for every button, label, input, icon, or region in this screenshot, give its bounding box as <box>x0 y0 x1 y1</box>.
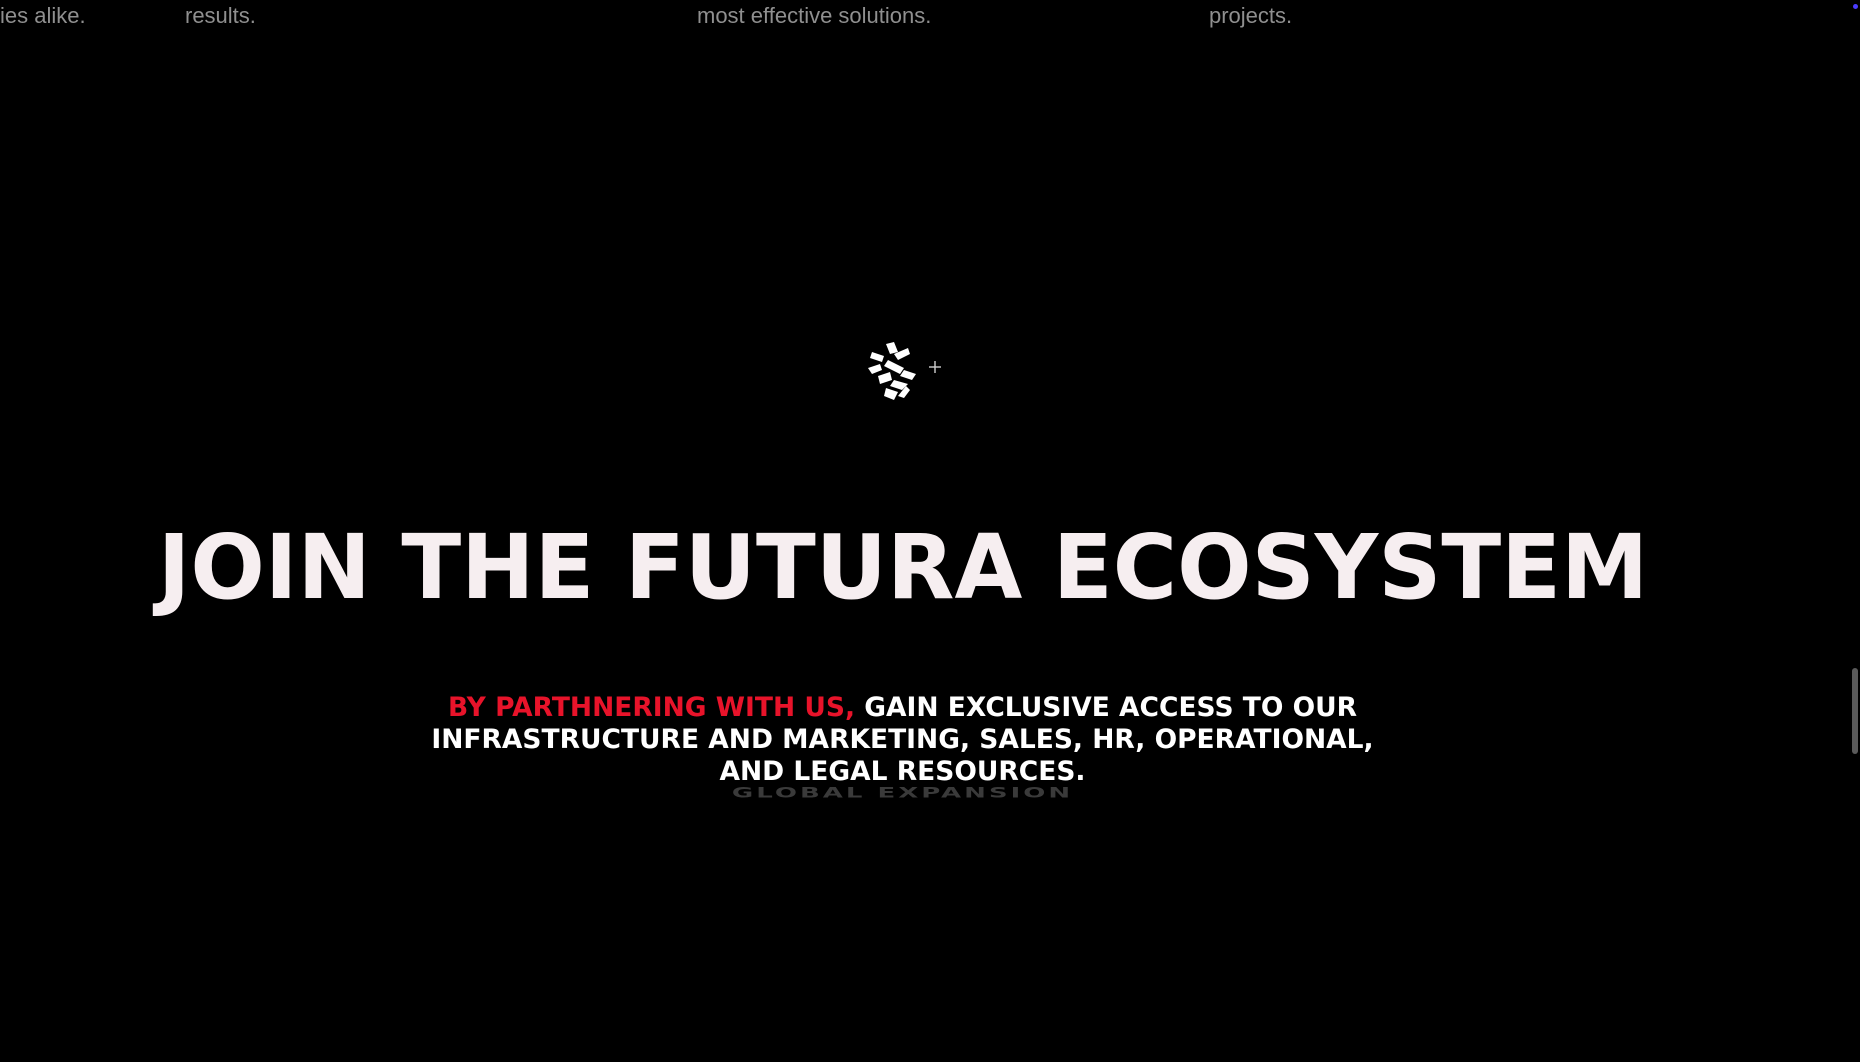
caption-text: most effective solutions. <box>697 3 932 28</box>
caption-text: projects. <box>1209 3 1293 28</box>
page-scrollbar[interactable] <box>1850 0 1860 1062</box>
caption-text: ies alike. <box>0 3 86 28</box>
previous-section-captions: ies alike. results. most effective solut… <box>0 0 1860 40</box>
futura-logo-icon <box>868 342 916 400</box>
caption-text: results. <box>185 3 256 28</box>
hero-description: BY PARTHNERING WITH US, GAIN EXCLUSIVE A… <box>430 692 1375 788</box>
next-section-label: GLOBAL EXPANSION <box>731 785 1074 802</box>
logo <box>864 342 954 402</box>
scrollbar-thumb[interactable] <box>1852 668 1858 754</box>
plus-icon <box>929 361 941 373</box>
hero-description-accent: BY PARTHNERING WITH US, <box>447 692 856 723</box>
hero-headline: JOIN THE FUTURA ECOSYSTEM <box>157 515 1649 619</box>
